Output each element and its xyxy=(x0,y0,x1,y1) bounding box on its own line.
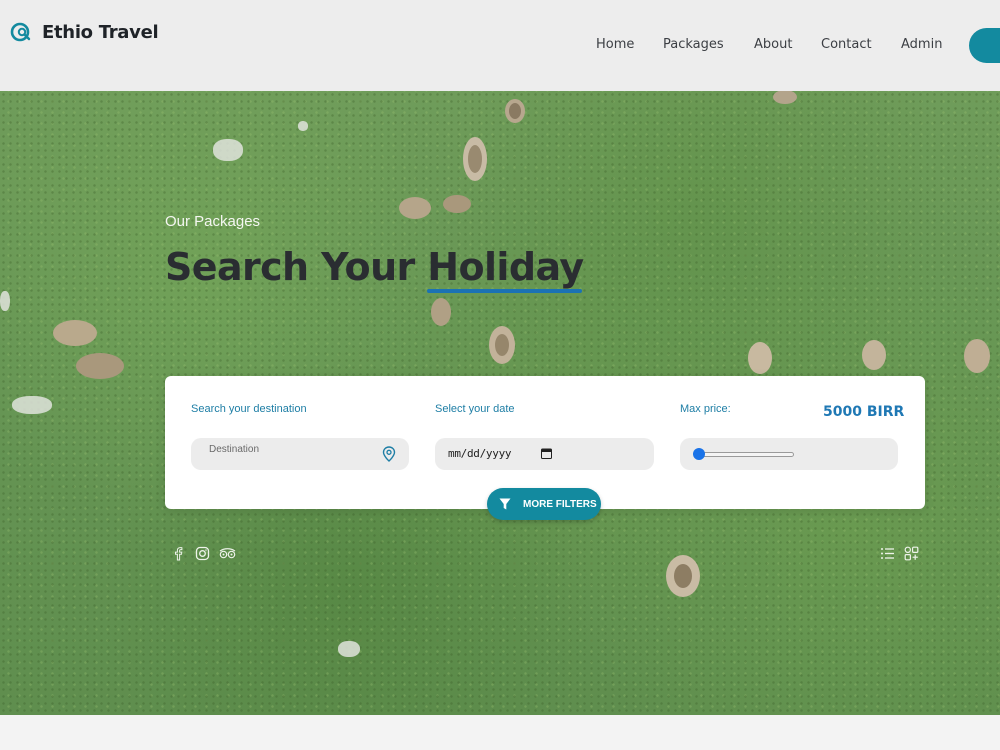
globe-search-icon xyxy=(10,22,31,42)
price-slider-thumb[interactable] xyxy=(693,448,705,460)
nav-contact[interactable]: Contact xyxy=(821,37,901,52)
date-label: Select your date xyxy=(435,403,515,415)
hero-title-highlight: Holiday xyxy=(427,245,584,289)
instagram-icon[interactable] xyxy=(195,546,210,561)
nav-about[interactable]: About xyxy=(754,37,821,52)
facebook-icon[interactable] xyxy=(171,546,186,561)
date-input-value[interactable]: mm/dd/yyyy xyxy=(448,447,512,460)
brand-name: Ethio Travel xyxy=(42,21,159,43)
hero-eyebrow: Our Packages xyxy=(165,213,261,230)
calendar-icon[interactable] xyxy=(541,448,552,459)
tripadvisor-icon[interactable] xyxy=(219,546,236,561)
hero-title: Search Your Holiday xyxy=(165,245,584,289)
map-pin-icon xyxy=(382,446,396,462)
book-now-button[interactable]: BO xyxy=(969,28,1000,63)
nav-packages[interactable]: Packages xyxy=(663,37,754,52)
price-value: 5000 BIRR xyxy=(823,404,905,420)
filter-icon xyxy=(499,498,511,510)
hero-title-prefix: Search Your xyxy=(165,245,428,289)
price-slider-field xyxy=(680,438,898,470)
date-field[interactable]: mm/dd/yyyy xyxy=(435,438,654,470)
main-nav: Home Packages About Contact Admin xyxy=(596,37,951,52)
more-filters-label: MORE FILTERS xyxy=(523,498,597,510)
price-slider-track[interactable] xyxy=(700,452,794,457)
brand-logo[interactable]: Ethio Travel xyxy=(10,19,159,45)
search-card: Search your destination Select your date… xyxy=(165,376,925,520)
nav-home[interactable]: Home xyxy=(596,37,663,52)
destination-input[interactable] xyxy=(209,440,359,458)
nav-admin[interactable]: Admin xyxy=(901,37,951,52)
social-links xyxy=(171,546,236,561)
list-view-icon[interactable] xyxy=(880,546,895,561)
hero-section: Our Packages Search Your Holiday Search … xyxy=(0,91,1000,715)
grid-view-icon[interactable] xyxy=(904,546,919,561)
hero-content: Our Packages Search Your Holiday Search … xyxy=(0,91,1000,715)
more-filters-button[interactable]: MORE FILTERS xyxy=(487,488,601,520)
destination-field[interactable] xyxy=(191,438,409,470)
site-header: Ethio Travel Home Packages About Contact… xyxy=(0,0,1000,91)
destination-label: Search your destination xyxy=(191,403,307,415)
price-label: Max price: xyxy=(680,403,731,415)
view-toggle xyxy=(880,546,919,561)
